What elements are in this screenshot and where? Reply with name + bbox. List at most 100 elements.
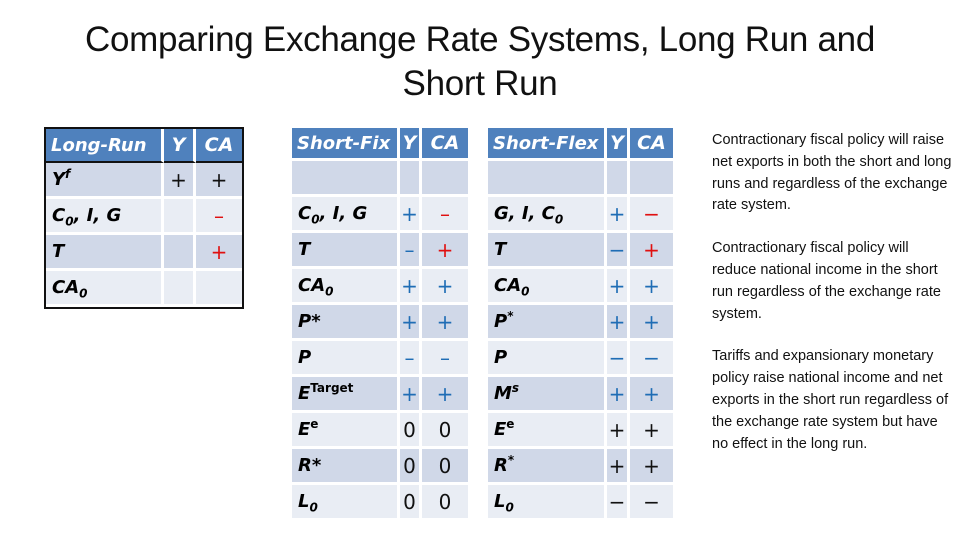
table-row: CA0: [46, 271, 242, 307]
y-effect: +: [400, 305, 422, 341]
table-row: R* + +: [488, 449, 673, 485]
variable-superscript: e: [506, 416, 515, 431]
y-effect: −: [607, 485, 630, 521]
variable-rest: , I, G: [73, 204, 122, 226]
variable-label: CA0: [292, 269, 400, 305]
table-row: C0, I, G + –: [292, 197, 468, 233]
header-ca: CA: [630, 128, 673, 161]
y-effect: +: [607, 269, 630, 305]
ca-effect: –: [422, 197, 468, 233]
y-effect: +: [400, 197, 422, 233]
variable-label: T: [46, 235, 164, 271]
y-effect: 0: [400, 413, 422, 449]
variable-name: T: [52, 240, 65, 262]
y-effect: 0: [400, 449, 422, 485]
variable-label: P: [488, 341, 607, 377]
table-row: T +: [46, 235, 242, 271]
table-header-row: Short-Flex Y CA: [488, 128, 673, 161]
ca-effect: 0: [422, 449, 468, 485]
header-label: Short-Flex: [488, 128, 607, 161]
y-effect: +: [607, 449, 630, 485]
y-effect: +: [607, 305, 630, 341]
variable-label: Ee: [292, 413, 400, 449]
table-row: [488, 161, 673, 197]
table-row: C0, I, G –: [46, 199, 242, 235]
variable-superscript: f: [65, 166, 71, 181]
variable-name: P: [494, 346, 508, 368]
table-row: R* 0 0: [292, 449, 468, 485]
variable-name: E: [494, 418, 507, 440]
ca-effect: +: [630, 269, 673, 305]
table-row: P – –: [292, 341, 468, 377]
variable-name: Y: [52, 168, 66, 190]
table-row: T – +: [292, 233, 468, 269]
short-flex-table: Short-Flex Y CA G, I, C0 + − T − + CA0 + + P* + + P − − Ms…: [488, 128, 673, 521]
ca-effect: +: [422, 377, 468, 413]
variable-label: Ms: [488, 377, 607, 413]
variable-name: R: [494, 454, 508, 476]
ca-effect: −: [630, 341, 673, 377]
header-label: Long-Run: [46, 129, 164, 163]
y-effect: [607, 161, 630, 197]
variable-label: ETarget: [292, 377, 400, 413]
ca-effect: [422, 161, 468, 197]
y-effect: –: [400, 341, 422, 377]
ca-effect: +: [630, 233, 673, 269]
y-effect: −: [607, 233, 630, 269]
variable-subscript: 0: [554, 212, 564, 227]
table-row: P* + +: [488, 305, 673, 341]
y-effect: +: [164, 163, 196, 199]
header-label: Short-Fix: [292, 128, 400, 161]
variable-name: CA: [494, 274, 522, 296]
variable-superscript: Target: [310, 380, 354, 395]
y-effect: +: [400, 377, 422, 413]
variable-label: Ee: [488, 413, 607, 449]
table-row: P* + +: [292, 305, 468, 341]
ca-effect: [630, 161, 673, 197]
variable-name: C: [298, 202, 312, 224]
ca-effect: +: [422, 233, 468, 269]
variable-label: L0: [292, 485, 400, 521]
y-effect: +: [607, 377, 630, 413]
variable-name: P*: [298, 310, 321, 332]
y-effect: +: [400, 269, 422, 305]
table-row: P − −: [488, 341, 673, 377]
variable-label: Yf: [46, 163, 164, 199]
variable-name: T: [494, 238, 507, 260]
variable-name: M: [494, 382, 512, 404]
variable-subscript: 0: [79, 286, 88, 301]
variable-superscript: *: [507, 452, 515, 467]
variable-label: L0: [488, 485, 607, 521]
variable-subscript: 0: [521, 284, 530, 299]
variable-name: T: [298, 238, 311, 260]
ca-effect: +: [630, 413, 673, 449]
ca-effect: –: [422, 341, 468, 377]
table-row: CA0 + +: [488, 269, 673, 305]
y-effect: +: [607, 197, 630, 233]
table-row: Yf + +: [46, 163, 242, 199]
variable-label: T: [488, 233, 607, 269]
y-effect: 0: [400, 485, 422, 521]
header-ca: CA: [422, 128, 468, 161]
variable-label: P*: [292, 305, 400, 341]
table-row: L0 0 0: [292, 485, 468, 521]
variable-label: CA0: [488, 269, 607, 305]
variable-subscript: 0: [325, 284, 334, 299]
header-y: Y: [400, 128, 422, 161]
variable-name: R*: [298, 454, 322, 476]
variable-label: R*: [292, 449, 400, 485]
variable-name: L: [494, 490, 506, 512]
slide-title: Comparing Exchange Rate Systems, Long Ru…: [84, 20, 875, 103]
table-header-row: Short-Fix Y CA: [292, 128, 468, 161]
y-effect: +: [607, 413, 630, 449]
y-effect: [164, 199, 196, 235]
table-row: G, I, C0 + −: [488, 197, 673, 233]
variable-subscript: 0: [65, 214, 74, 229]
ca-effect: +: [630, 377, 673, 413]
table-row: Ee 0 0: [292, 413, 468, 449]
variable-name: E: [298, 418, 311, 440]
variable-label: T: [292, 233, 400, 269]
table-header-row: Long-Run Y CA: [46, 129, 242, 163]
header-ca: CA: [196, 129, 242, 163]
y-effect: [400, 161, 422, 197]
